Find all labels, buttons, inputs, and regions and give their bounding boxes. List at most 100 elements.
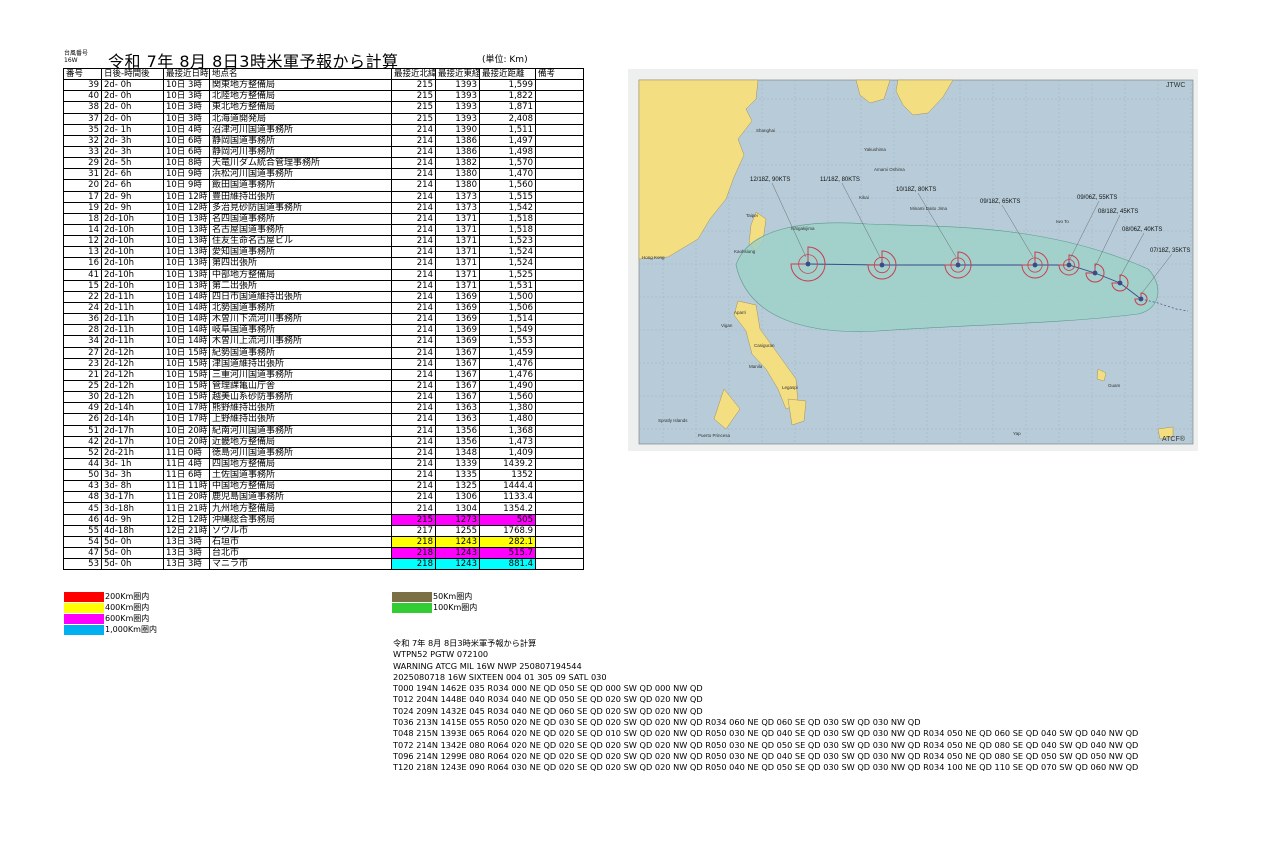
cell-name: 岐阜国道事務所 <box>209 324 392 337</box>
cell-dist: 1444.4 <box>479 480 536 493</box>
cell-name: 多治見砂防国道事務所 <box>209 201 392 214</box>
cell-dist: 1,570 <box>479 157 536 170</box>
cell-lat: 214 <box>391 223 436 237</box>
cell-when: 10日 9時 <box>163 179 210 192</box>
cell-lon: 1371 <box>435 223 480 237</box>
cell-after: 2d-11h <box>101 301 164 315</box>
cell-lat: 218 <box>391 558 436 571</box>
cell-no: 47 <box>63 547 102 560</box>
cell-name: 北陸地方整備局 <box>209 90 392 103</box>
cell-dist: 1,380 <box>479 402 536 415</box>
table-row: 14 2d-10h 10日 13時 名古屋国道事務所 214 1371 1,518 <box>63 223 584 237</box>
cell-lat: 214 <box>391 346 436 359</box>
cell-lon: 1356 <box>435 435 480 448</box>
cell-name: 東北地方整備局 <box>209 101 392 114</box>
table-row: 35 2d- 1h 10日 4時 沼津河川国道事務所 214 1390 1,511 <box>63 123 584 136</box>
cell-note <box>535 346 584 359</box>
cell-note <box>535 79 584 92</box>
cell-lon: 1363 <box>435 402 480 415</box>
cell-lon: 1393 <box>435 79 480 92</box>
cell-lon: 1369 <box>435 290 480 303</box>
legend-swatch <box>64 603 104 613</box>
cell-lon: 1369 <box>435 301 480 315</box>
cell-name: 中国地方整備局 <box>209 480 392 493</box>
cell-when: 10日 6時 <box>163 145 210 159</box>
cell-dist: 1,470 <box>479 168 536 181</box>
cell-dist: 1439.2 <box>479 457 536 471</box>
forecast-label: 12/18Z, 90KTS <box>750 177 790 183</box>
cell-name: 第二出張所 <box>209 279 392 292</box>
legend-label: 200Km圏内 <box>105 592 150 601</box>
forecast-position <box>805 261 811 267</box>
cell-when: 10日 8時 <box>163 157 210 170</box>
legend-label: 1,000Km圏内 <box>105 625 157 634</box>
place-label: Guam <box>1108 383 1121 388</box>
cell-lon: 1243 <box>435 558 480 571</box>
place-label: Amami Oshima <box>874 167 905 172</box>
cell-no: 32 <box>63 134 102 147</box>
cell-lon: 1363 <box>435 413 480 426</box>
cell-dist: 1,524 <box>479 246 536 259</box>
cell-dist: 1,871 <box>479 101 536 114</box>
place-label: Taipei <box>746 213 758 218</box>
table-row: 54 5d- 0h 13日 3時 石垣市 218 1243 282.1 <box>63 535 584 549</box>
cell-lat: 214 <box>391 357 436 370</box>
cell-dist: 1,511 <box>479 123 536 136</box>
forecast-position <box>1032 262 1038 268</box>
cell-no: 42 <box>63 435 102 448</box>
cell-note <box>535 212 584 225</box>
message-line: 2025080718 16W SIXTEEN 004 01 305 09 SAT… <box>393 671 607 682</box>
cell-dist: 1,498 <box>479 145 536 159</box>
cell-lon: 1386 <box>435 134 480 147</box>
col-note: 備考 <box>535 67 584 81</box>
table-row: 17 2d- 9h 10日 12時 豊田維持出張所 214 1373 1,515 <box>63 190 584 203</box>
cell-note <box>535 457 584 471</box>
legend-swatch <box>392 592 432 602</box>
table-row: 39 2d- 0h 10日 3時 関東地方整備局 215 1393 1,599 <box>63 79 584 92</box>
cell-lat: 214 <box>391 212 436 225</box>
cell-dist: 1,599 <box>479 79 536 92</box>
cell-after: 2d-12h <box>101 379 164 393</box>
cell-no: 23 <box>63 357 102 370</box>
cell-dist: 1,822 <box>479 90 536 103</box>
cell-name: 関東地方整備局 <box>209 79 392 92</box>
cell-when: 10日 17時 <box>163 413 210 426</box>
cell-after: 2d- 0h <box>101 79 164 92</box>
cell-dist: 1,560 <box>479 391 536 404</box>
col-no: 番号 <box>63 67 102 81</box>
cell-name: 紀勢国道事務所 <box>209 346 392 359</box>
cell-lon: 1393 <box>435 101 480 114</box>
place-label: Hong Kong <box>642 255 665 260</box>
place-label: Minami Daito Jima <box>910 206 948 211</box>
cell-dist: 1,459 <box>479 346 536 359</box>
cell-after: 2d-11h <box>101 335 164 348</box>
cell-note <box>535 469 584 482</box>
cell-name: 愛知国道事務所 <box>209 246 392 259</box>
message-line: T000 194N 1462E 035 R034 000 NE QD 050 S… <box>393 683 703 694</box>
cell-when: 10日 15時 <box>163 357 210 370</box>
cell-dist: 1,409 <box>479 446 536 459</box>
cell-name: 沖縄総合事務局 <box>209 513 392 526</box>
cell-no: 24 <box>63 301 102 315</box>
table-row: 25 2d-12h 10日 15時 管理課亀山庁舎 214 1367 1,490 <box>63 379 584 393</box>
cell-note <box>535 279 584 292</box>
cell-lon: 1393 <box>435 112 480 125</box>
place-label: Legaspi <box>782 385 798 390</box>
cell-when: 10日 13時 <box>163 246 210 259</box>
place-label: Kaohsiung <box>734 249 756 254</box>
cell-lon: 1273 <box>435 513 480 526</box>
cell-lon: 1306 <box>435 491 480 504</box>
cell-lat: 214 <box>391 335 436 348</box>
table-row: 40 2d- 0h 10日 3時 北陸地方整備局 215 1393 1,822 <box>63 90 584 103</box>
table-row: 24 2d-11h 10日 14時 北勢国道事務所 214 1369 1,506 <box>63 301 584 315</box>
table-row: 34 2d-11h 10日 14時 木曽川上流河川事務所 214 1369 1,553 <box>63 335 584 348</box>
cell-dist: 1,524 <box>479 257 536 270</box>
cell-dist: 1768.9 <box>479 524 536 537</box>
cell-no: 41 <box>63 268 102 281</box>
cell-after: 2d- 9h <box>101 190 164 203</box>
message-line: WTPN52 PGTW 072100 <box>393 649 489 660</box>
cell-when: 11日 21時 <box>163 502 210 515</box>
cell-dist: 1,553 <box>479 335 536 348</box>
cell-name: 越美山系砂防事務所 <box>209 391 392 404</box>
table-row: 12 2d-10h 10日 13時 住友生命名古屋ビル 214 1371 1,523 <box>63 235 584 248</box>
